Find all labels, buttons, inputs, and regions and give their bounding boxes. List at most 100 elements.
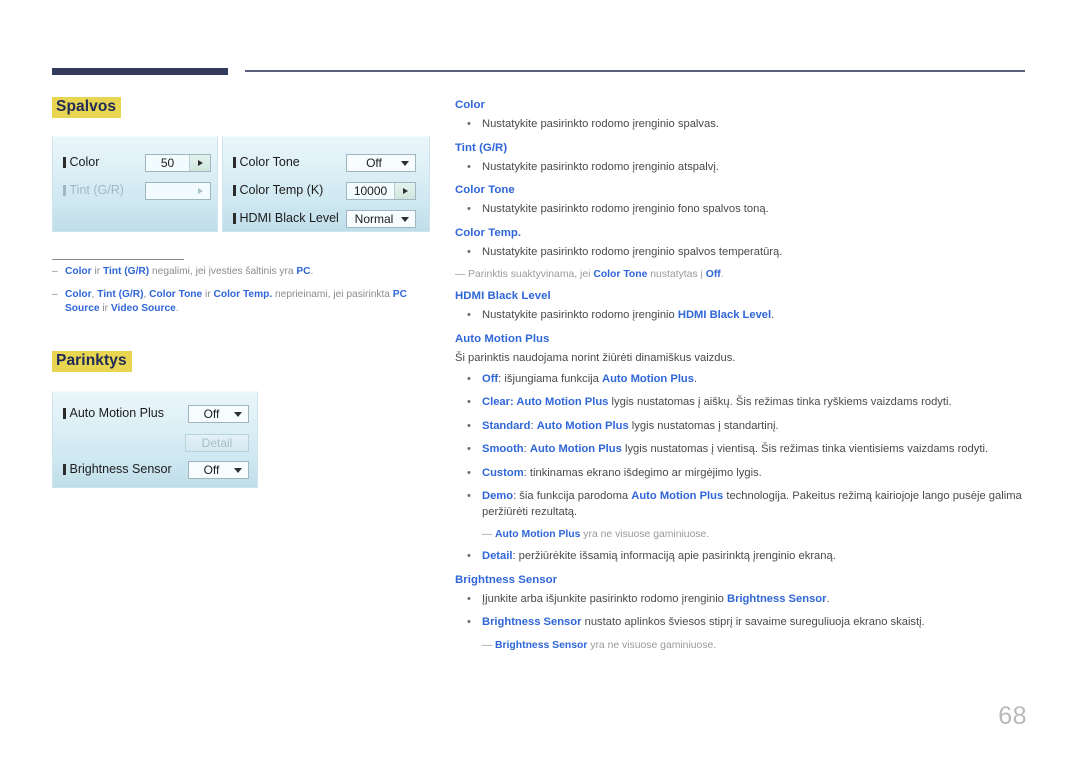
left-note-1-text: Color ir Tint (G/R) negalimi, jei įvesti… — [52, 265, 434, 279]
chevron-down-icon[interactable] — [401, 216, 409, 222]
emphasis-text: Tint (G/R) — [97, 289, 144, 300]
section-title-options: Parinktys — [52, 351, 132, 372]
footnote-text: Parinktis suaktyvinama, jei Color Tone n… — [468, 269, 724, 280]
bullet-dot-icon: • — [467, 490, 471, 502]
page-number: 68 — [998, 702, 1027, 730]
spin-right-icon[interactable] — [189, 155, 210, 171]
osd-dropdown-color-tone[interactable]: Off — [346, 154, 416, 172]
body-text: Ši parinktis naudojama norint žiūrėti di… — [455, 351, 736, 364]
bullet-dot-icon: • — [467, 245, 471, 258]
osd-field-color[interactable]: 50 — [145, 154, 211, 172]
emphasis-text: Color Tone — [149, 289, 203, 300]
bullet-item: • Nustatykite pasirinkto rodomo įrenginio… — [455, 160, 1027, 176]
body-text: : išjungiama funkcija — [498, 372, 603, 385]
spin-right-icon[interactable] — [394, 183, 415, 199]
osd-label-color-tone: Color Tone — [233, 155, 300, 169]
bullet-dot-icon: • — [467, 616, 471, 628]
emphasis-text: Auto Motion Plus — [516, 396, 609, 408]
bullet-text: Custom: tinkinamas ekrano išdegimo ar mi… — [482, 467, 762, 479]
emphasis-text: Color — [65, 266, 92, 277]
osd-panel-options: Auto Motion Plus Off Detail Brightness S… — [52, 391, 258, 488]
osd-dropdown-hdmi-black-level[interactable]: Normal — [346, 210, 416, 228]
footnote: — Auto Motion Plus yra ne visuose gaminiu… — [482, 528, 1027, 542]
emphasis-text: Detail — [482, 550, 513, 562]
bullet-item: • Custom: tinkinamas ekrano išdegimo ar m… — [455, 466, 1027, 482]
osd-field-color-temp[interactable]: 10000 — [346, 182, 416, 200]
bullet-item: • Nustatykite pasirinkto rodomo įrenginio… — [455, 202, 1027, 218]
bullet-dot-icon: • — [467, 203, 471, 215]
body-text: nustatytas į — [647, 269, 706, 280]
chevron-down-icon[interactable] — [234, 411, 242, 417]
left-note-2-text: Color, Tint (G/R), Color Tone ir Color T… — [52, 288, 422, 316]
spin-right-icon — [190, 183, 210, 199]
bullet-text: Standard: Auto Motion Plus lygis nustato… — [482, 420, 779, 432]
bullet-text: Nustatykite pasirinkto rodomo įrenginio … — [482, 309, 774, 321]
osd-label-color-temp: Color Temp (K) — [233, 183, 323, 197]
chevron-down-icon[interactable] — [234, 467, 242, 473]
emphasis-text: Auto Motion Plus — [529, 443, 622, 455]
bullet-text: Brightness Sensor nustato aplinkos švies… — [482, 616, 925, 628]
label-tick-icon — [233, 156, 236, 168]
osd-label-color: Color — [63, 155, 99, 169]
osd-panel-color-advanced: Color Tone Off Color Temp (K) 10000 HDMI… — [222, 136, 430, 232]
emphasis-text: PC — [296, 266, 311, 277]
body-text: . — [826, 592, 830, 605]
emphasis-text: HDMI Black Level — [677, 309, 772, 321]
bullet-item: • Smooth: Auto Motion Plus lygis nustatom… — [455, 442, 1027, 458]
osd-panel-color: Color 50 Tint (G/R) — [52, 136, 218, 232]
osd-dropdown-auto-motion-plus[interactable]: Off — [188, 405, 249, 423]
bullet-text: Nustatykite pasirinkto rodomo įrenginio … — [482, 246, 782, 258]
body-text: : peržiūrėkite išsamią informaciją apie … — [512, 550, 836, 562]
bullet-dot-icon: • — [467, 592, 471, 605]
osd-field-tint — [145, 182, 211, 200]
label-tick-icon — [63, 156, 66, 168]
body-text: Nustatykite pasirinkto rodomo įrenginio … — [482, 160, 719, 173]
body-text: : tinkinamas ekrano išdegimo ar mirgėjim… — [523, 466, 762, 479]
body-text: ir — [202, 289, 214, 300]
body-text: lygis nustatomas į vientisą. Šis režimas… — [621, 443, 989, 455]
label-tick-icon — [63, 184, 66, 196]
chevron-down-icon[interactable] — [401, 160, 409, 166]
bullet-item: • Nustatykite pasirinkto rodomo įrenginio… — [455, 245, 1027, 261]
bullet-dot-icon: • — [467, 372, 471, 385]
body-text: nustato aplinkos šviesos stiprį ir savai… — [581, 616, 925, 628]
footnote: — Parinktis suaktyvinama, jei Color Tone … — [455, 268, 1027, 282]
bullet-item: • Clear: Auto Motion Plus lygis nustatoma… — [455, 395, 1027, 411]
bullet-item: • Off: išjungiama funkcija Auto Motion Pl… — [455, 372, 1027, 388]
header-rule-thick — [52, 68, 228, 75]
bullet-dot-icon: • — [467, 309, 471, 321]
subsection-heading: Auto Motion Plus — [455, 332, 550, 345]
label-tick-icon — [63, 463, 66, 475]
body-text: Nustatykite pasirinkto rodomo įrenginio … — [482, 203, 769, 215]
bullet-dot-icon: • — [467, 466, 471, 479]
body-text: negalimi, jei įvesties šaltinis yra — [149, 266, 297, 277]
label-tick-icon — [233, 184, 236, 196]
body-text: Įjunkite arba išjunkite pasirinkto rodom… — [482, 592, 728, 605]
bullet-text: Nustatykite pasirinkto rodomo įrenginio … — [482, 203, 769, 215]
subsection-heading: Color — [455, 99, 485, 111]
footnote-dash-icon: — — [455, 269, 466, 280]
body-text: . — [310, 266, 314, 277]
body-text: ir — [91, 266, 103, 277]
bullet-text: Off: išjungiama funkcija Auto Motion Plu… — [482, 373, 697, 385]
subsection-heading: Brightness Sensor — [455, 573, 558, 586]
bullet-text: Smooth: Auto Motion Plus lygis nustatoma… — [482, 443, 988, 455]
bullet-text: Demo: šia funkcija parodoma Auto Motion … — [482, 490, 1022, 518]
body-text: Nustatykite pasirinkto rodomo įrenginio … — [482, 118, 719, 130]
osd-dropdown-brightness-sensor[interactable]: Off — [188, 461, 249, 479]
bullet-item: • Įjunkite arba išjunkite pasirinkto rodo… — [455, 592, 1027, 608]
subsection-heading: Color Temp. — [455, 226, 522, 239]
bullet-item: • Detail: peržiūrėkite išsamią informacij… — [455, 549, 1027, 565]
emphasis-text: Auto Motion Plus — [631, 490, 724, 502]
bullet-dot-icon: • — [467, 550, 471, 562]
emphasis-text: Off — [482, 372, 499, 385]
left-note-2: – Color, Tint (G/R), Color Tone ir Color… — [52, 288, 422, 316]
emphasis-text: Auto Motion Plus — [536, 419, 629, 432]
body-text: . — [175, 303, 179, 314]
osd-label-hdmi-black-level: HDMI Black Level — [233, 211, 339, 225]
bullet-dot-icon: • — [467, 396, 471, 408]
osd-label-brightness-sensor: Brightness Sensor — [63, 462, 172, 476]
footnote-text: Brightness Sensor yra ne visuose gaminiu… — [495, 640, 716, 651]
body-text: Parinktis suaktyvinama, jei — [468, 269, 594, 280]
emphasis-text: Standard — [482, 419, 531, 432]
